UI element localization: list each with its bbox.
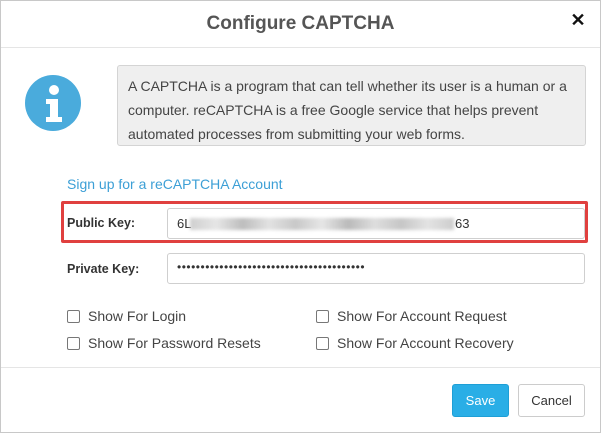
checkbox-label: Show For Login <box>88 308 187 324</box>
checkbox-box[interactable] <box>67 309 80 323</box>
checkbox-show-for-password-resets[interactable]: Show For Password Resets <box>67 335 261 351</box>
info-icon <box>25 75 81 131</box>
checkbox-box[interactable] <box>67 336 80 350</box>
checkbox-show-for-account-recovery[interactable]: Show For Account Recovery <box>316 335 514 351</box>
checkbox-show-for-login[interactable]: Show For Login <box>67 308 186 324</box>
checkbox-label: Show For Account Request <box>337 308 507 324</box>
private-key-field[interactable]: •••••••••••••••••••••••••••••••••••••••• <box>167 253 585 284</box>
checkbox-show-for-account-request[interactable]: Show For Account Request <box>316 308 507 324</box>
close-icon[interactable]: ✕ <box>567 9 589 31</box>
dialog-title: Configure CAPTCHA <box>206 13 395 34</box>
checkbox-box[interactable] <box>316 309 329 323</box>
captcha-info-box: A CAPTCHA is a program that can tell whe… <box>117 65 586 146</box>
checkbox-box[interactable] <box>316 336 329 350</box>
dialog-header: Configure CAPTCHA ✕ <box>1 1 600 48</box>
save-button[interactable]: Save <box>452 384 509 417</box>
checkbox-label: Show For Account Recovery <box>337 335 514 351</box>
cancel-button[interactable]: Cancel <box>518 384 585 417</box>
configure-captcha-dialog: Configure CAPTCHA ✕ A CAPTCHA is a progr… <box>0 0 601 433</box>
checkbox-label: Show For Password Resets <box>88 335 261 351</box>
public-key-highlight <box>61 201 588 243</box>
private-key-label: Private Key: <box>67 262 140 276</box>
footer-divider <box>1 367 600 368</box>
signup-recaptcha-link[interactable]: Sign up for a reCAPTCHA Account <box>67 176 283 192</box>
